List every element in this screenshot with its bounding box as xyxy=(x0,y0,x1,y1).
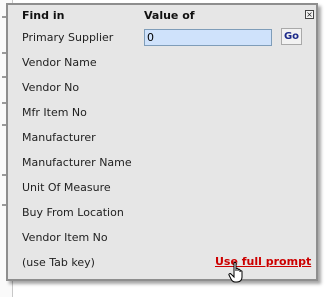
field-option-vendor-no[interactable]: Vendor No xyxy=(22,81,132,106)
value-of-header: Value of xyxy=(144,9,195,22)
field-option-buy-from-location[interactable]: Buy From Location xyxy=(22,206,132,231)
find-popup: Find in Value of × Primary Supplier Vend… xyxy=(6,3,318,281)
hand-pointer-icon xyxy=(228,262,243,283)
field-option-unit-of-measure[interactable]: Unit Of Measure xyxy=(22,181,132,206)
find-in-field-list: Primary Supplier Vendor Name Vendor No M… xyxy=(22,31,132,256)
field-option-primary-supplier[interactable]: Primary Supplier xyxy=(22,31,132,56)
value-input[interactable] xyxy=(144,29,272,46)
field-option-mfr-item-no[interactable]: Mfr Item No xyxy=(22,106,132,131)
tab-key-hint: (use Tab key) xyxy=(22,256,95,269)
field-option-manufacturer-name[interactable]: Manufacturer Name xyxy=(22,156,132,181)
field-option-vendor-item-no[interactable]: Vendor Item No xyxy=(22,231,132,256)
close-icon[interactable]: × xyxy=(305,10,314,19)
go-button[interactable]: Go xyxy=(281,28,302,45)
find-in-header: Find in xyxy=(22,9,65,22)
field-option-manufacturer[interactable]: Manufacturer xyxy=(22,131,132,156)
field-option-vendor-name[interactable]: Vendor Name xyxy=(22,56,132,81)
